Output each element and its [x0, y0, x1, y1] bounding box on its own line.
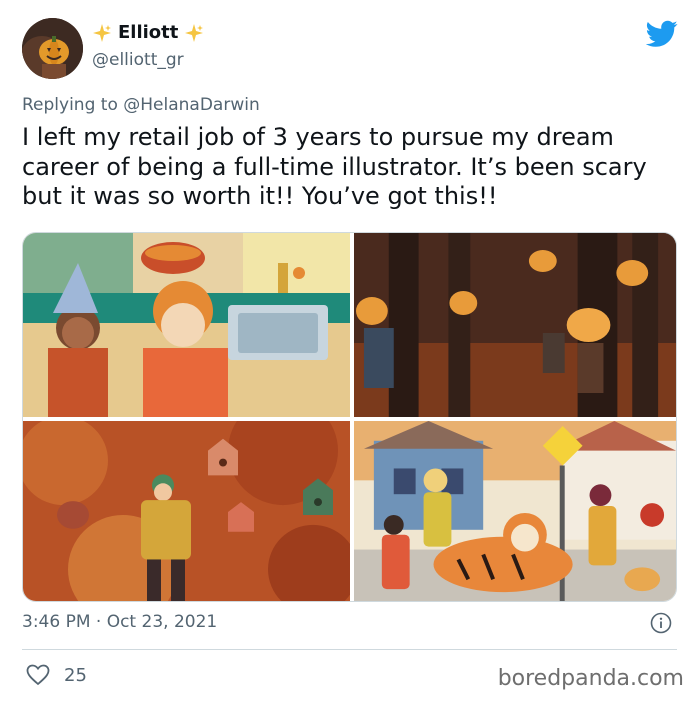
forest-pumpkins-illustration-image [354, 233, 676, 417]
media-kitchen-illustration[interactable] [23, 233, 350, 417]
tiger-street-illustration-image [354, 421, 676, 601]
replying-to: Replying to @HelanaDarwin [22, 95, 260, 115]
pumpkin-avatar-icon [22, 18, 83, 79]
media-grid [22, 232, 677, 602]
sparkles-icon [93, 23, 111, 42]
tweet-text: I left my retail job of 3 years to pursu… [22, 123, 647, 210]
reply-mention-link[interactable]: @HelanaDarwin [123, 95, 259, 115]
media-tiger-street-illustration[interactable] [354, 421, 676, 601]
watermark: boredpanda.com [497, 666, 684, 691]
media-forest-pumpkins-illustration[interactable] [354, 233, 676, 417]
tweet-timestamp[interactable]: 3:46 PM · Oct 23, 2021 [22, 612, 217, 632]
info-icon[interactable] [650, 612, 672, 634]
sparkles-icon [185, 23, 204, 42]
replying-prefix: Replying to [22, 95, 118, 115]
name-row: Elliott [92, 22, 204, 43]
display-name[interactable]: Elliott [118, 22, 178, 43]
like-count: 25 [64, 665, 87, 686]
heart-icon[interactable] [26, 664, 50, 686]
media-leaves-birdhouses-illustration[interactable] [23, 421, 350, 601]
user-handle[interactable]: @elliott_gr [92, 50, 184, 70]
twitter-bird-icon[interactable] [646, 20, 678, 48]
tweet-header: Elliott @elliott_gr [22, 18, 682, 82]
kitchen-illustration-image [23, 233, 350, 417]
leaves-birdhouses-illustration-image [23, 421, 350, 601]
avatar[interactable] [22, 18, 83, 79]
divider [22, 649, 677, 650]
